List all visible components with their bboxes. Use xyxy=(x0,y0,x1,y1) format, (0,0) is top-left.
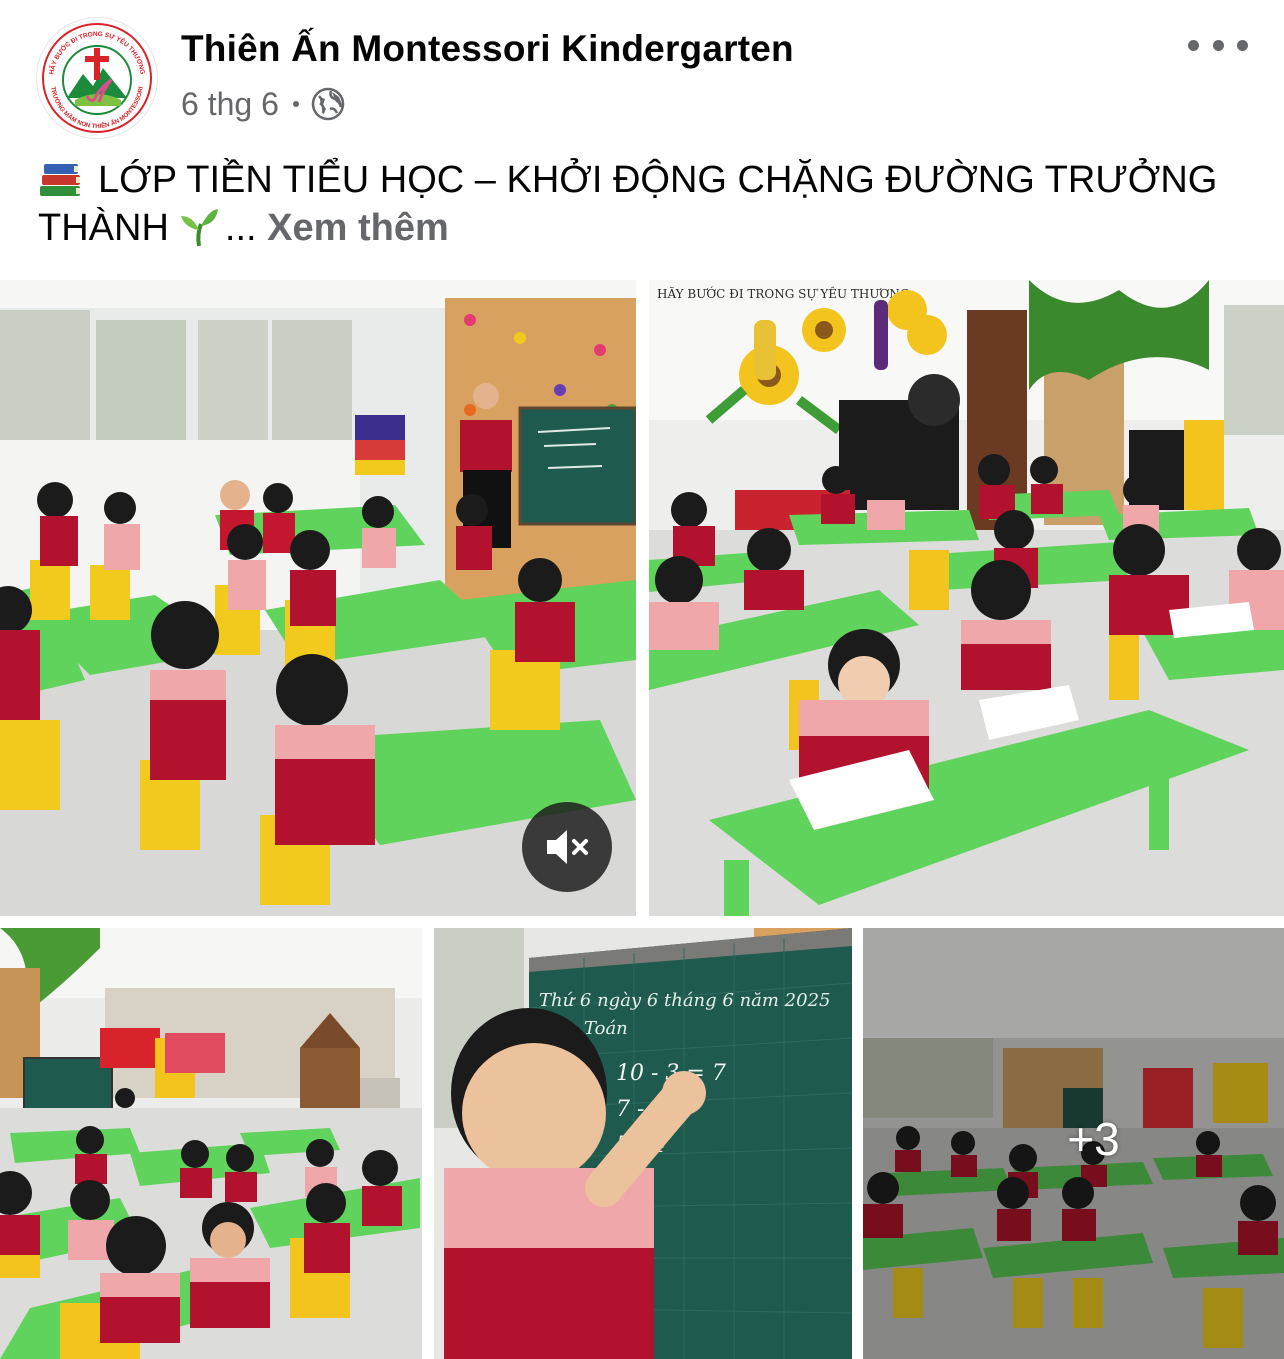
caption-ellipsis: ... xyxy=(224,207,257,249)
separator-dot xyxy=(292,101,299,107)
see-more-link[interactable]: Xem thêm xyxy=(267,207,449,249)
svg-text:Thứ 6 ngày 6 tháng 6 năm 2025: Thứ 6 ngày 6 tháng 6 năm 2025 xyxy=(539,990,831,1011)
muted-speaker-icon xyxy=(547,830,588,864)
page-name[interactable]: Thiên Ấn Montessori Kindergarten xyxy=(181,28,794,70)
classroom-photo-5 xyxy=(863,928,1284,1359)
classroom-photo-2: HÃY BƯỚC ĐI TRONG SỰ YÊU THƯƠNG xyxy=(649,280,1284,916)
post-caption: LỚP TIỀN TIỂU HỌC – KHỞI ĐỘNG CHẶNG ĐƯỜN… xyxy=(38,156,1248,252)
video-mute-button[interactable] xyxy=(522,802,612,892)
classroom-photo-4: Thứ 6 ngày 6 tháng 6 năm 2025 Toán 10 - … xyxy=(434,928,852,1359)
post-meta: 6 thg 6 xyxy=(181,84,345,124)
school-logo: HÃY BƯỚC ĐI TRONG SỰ YÊU THƯƠNG TRƯỜNG M… xyxy=(39,20,155,136)
svg-text:Toán: Toán xyxy=(584,1018,628,1039)
seedling-emoji-icon xyxy=(180,209,218,247)
page-avatar[interactable]: HÃY BƯỚC ĐI TRONG SỰ YÊU THƯƠNG TRƯỜNG M… xyxy=(36,17,158,139)
books-emoji-icon xyxy=(40,164,80,196)
globe-icon[interactable] xyxy=(311,87,345,121)
more-dot xyxy=(1237,39,1248,51)
post-photo-classroom-wide[interactable] xyxy=(0,928,422,1359)
more-options-button[interactable] xyxy=(1188,30,1248,60)
more-dot xyxy=(1188,39,1199,51)
post-photo-writing-class[interactable]: HÃY BƯỚC ĐI TRONG SỰ YÊU THƯƠNG xyxy=(649,280,1284,916)
post-photo-more[interactable] xyxy=(863,928,1284,1359)
post-photo-chalkboard[interactable]: Thứ 6 ngày 6 tháng 6 năm 2025 Toán 10 - … xyxy=(434,928,852,1359)
svg-text:HÃY BƯỚC ĐI TRONG SỰ YÊU THƯƠN: HÃY BƯỚC ĐI TRONG SỰ YÊU THƯƠNG xyxy=(657,285,909,301)
post-date[interactable]: 6 thg 6 xyxy=(181,86,279,123)
classroom-photo-3 xyxy=(0,928,422,1359)
more-dot xyxy=(1212,39,1224,51)
